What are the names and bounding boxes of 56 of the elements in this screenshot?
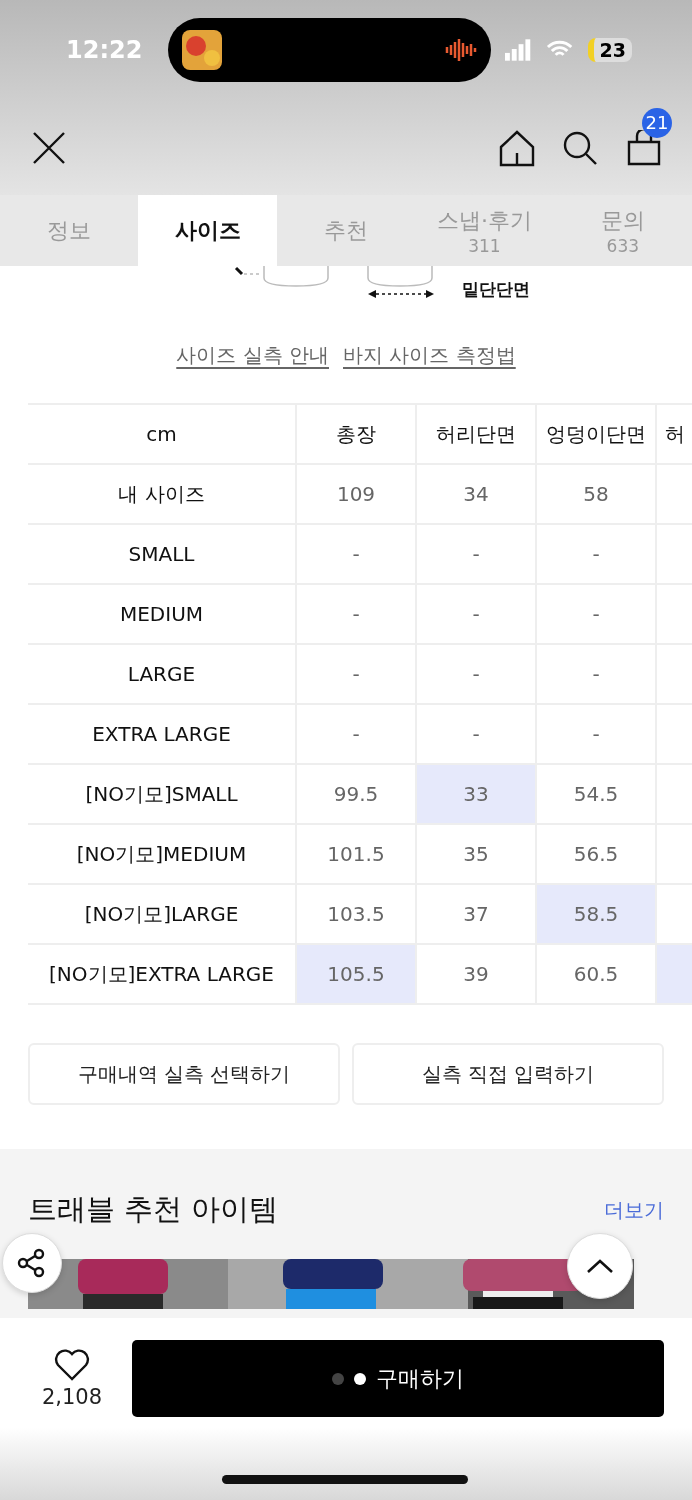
tab[interactable]: 사이즈 <box>138 195 277 266</box>
column-header: 허 <box>655 405 692 465</box>
scroll-top-button[interactable] <box>567 1233 633 1299</box>
guide-link[interactable]: 사이즈 실측 안내 <box>176 342 329 369</box>
cart-badge: 21 <box>642 107 672 138</box>
diagram-label: 밑단단면 <box>462 278 530 301</box>
table-cell: - <box>415 705 535 765</box>
table-cell: - <box>415 525 535 585</box>
table-cell: - <box>295 705 415 765</box>
table-cell: - <box>415 585 535 645</box>
table-cell: 34 <box>415 465 535 525</box>
album-art-icon <box>181 30 222 70</box>
table-cell: 56.5 <box>535 825 655 885</box>
table-cell: 103.5 <box>295 885 415 945</box>
status-time: 12:22 <box>66 36 144 64</box>
shopping-bag-icon[interactable] <box>626 129 662 166</box>
table-cell: 58.5 <box>535 885 655 945</box>
table-cell: 58 <box>535 465 655 525</box>
heart-icon[interactable] <box>54 1348 90 1381</box>
more-link[interactable]: 더보기 <box>604 1196 664 1224</box>
table-cell: - <box>535 645 655 705</box>
table-cell: 105.5 <box>295 945 415 1005</box>
column-header: 총장 <box>295 405 415 465</box>
table-cell: 60.5 <box>535 945 655 1005</box>
share-button[interactable] <box>2 1233 62 1293</box>
table-cell: - <box>295 645 415 705</box>
waveform-icon <box>445 38 478 62</box>
section-title: 트래블 추천 아이템 <box>28 1191 279 1228</box>
table-cell: 33 <box>415 765 535 825</box>
table-cell: - <box>295 585 415 645</box>
action-button[interactable]: 구매내역 실측 선택하기 <box>28 1043 340 1105</box>
table-cell: - <box>295 525 415 585</box>
guide-link[interactable]: 바지 사이즈 측정법 <box>343 342 516 369</box>
column-header: 엉덩이단면 <box>535 405 655 465</box>
table-cell: - <box>535 705 655 765</box>
home-icon[interactable] <box>498 128 536 167</box>
chevron-up-icon <box>586 1258 614 1274</box>
table-cell: - <box>535 585 655 645</box>
close-icon[interactable] <box>32 130 66 165</box>
action-button[interactable]: 실측 직접 입력하기 <box>352 1043 664 1105</box>
table-cell: - <box>415 645 535 705</box>
table-cell: 109 <box>295 465 415 525</box>
table-cell: 37 <box>415 885 535 945</box>
table-cell: 35 <box>415 825 535 885</box>
column-header: 허리단면 <box>415 405 535 465</box>
table-cell: 54.5 <box>535 765 655 825</box>
table-cell: - <box>535 525 655 585</box>
table-cell: 101.5 <box>295 825 415 885</box>
like-count: 2,108 <box>41 1384 103 1409</box>
signal-icon <box>505 39 533 61</box>
share-icon <box>17 1248 47 1278</box>
battery-indicator: 23 <box>587 38 632 62</box>
table-cell: 39 <box>415 945 535 1005</box>
search-icon[interactable] <box>562 129 598 166</box>
table-cell: 99.5 <box>295 765 415 825</box>
buy-button[interactable]: 구매하기 <box>132 1340 664 1417</box>
